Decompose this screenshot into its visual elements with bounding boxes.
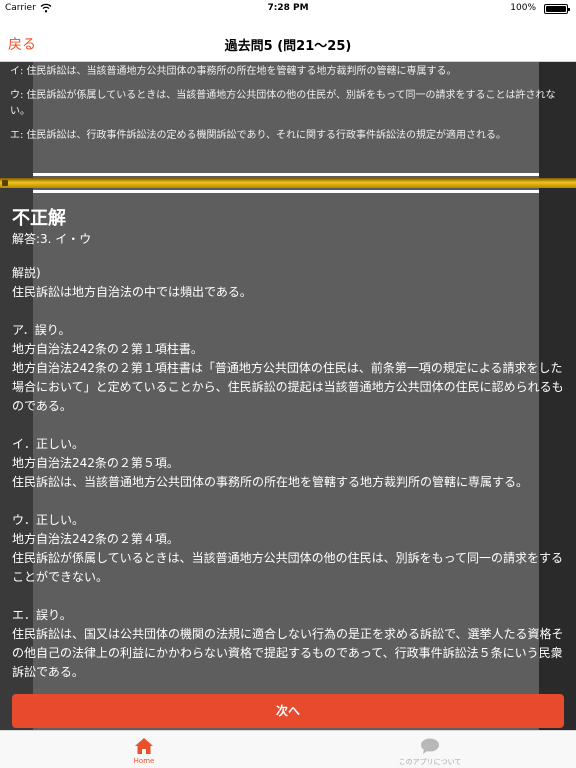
tab-bar: Home このアプリについて: [0, 730, 576, 768]
explanation-line: エ．誤り。: [12, 608, 72, 622]
choice-u: ウ: 住民訴訟が係属しているときは、当該普通地方公共団体の他の住民が、別訴をもっ…: [10, 90, 556, 117]
explanation-line: 住民訴訟は、国又は公共団体の機関の法規に適合しない行為の是正を求める訴訟で、選挙…: [12, 627, 564, 679]
choice-e: エ: 住民訴訟は、行政事件訴訟法の定める機関訴訟であり、それに関する行政事件訴訟…: [10, 130, 507, 141]
result-status: 不正解: [12, 208, 66, 229]
explanation-line: 解説): [12, 266, 41, 280]
page-title: 過去問5 (問21〜25): [224, 39, 352, 54]
previous-choices: イ: 住民訴訟は、当該普通地方公共団体の事務所の所在地を管轄する地方裁判所の管轄…: [10, 62, 565, 152]
explanation-line: 地方自治法242条の２第５項。: [12, 456, 179, 470]
tab-about-label: このアプリについて: [398, 758, 462, 766]
explanation-line: 地方自治法242条の２第４項。: [12, 532, 179, 546]
explanation-text: 解説) 住民訴訟は地方自治法の中では頻出である。 ア．誤り。 地方自治法242条…: [12, 264, 564, 682]
status-bar: Carrier 7:28 PM 100%: [0, 0, 576, 18]
explanation-line: 住民訴訟は、当該普通地方公共団体の事務所の所在地を管轄する地方裁判所の管轄に専属…: [12, 475, 529, 489]
explanation-line: 地方自治法242条の２第１項柱書。: [12, 342, 203, 356]
navigation-bar: 戻る 過去問5 (問21〜25): [0, 18, 576, 62]
explanation-line: 地方自治法242条の２第１項柱書は「普通地方公共団体の住民は、前条第一項の規定に…: [12, 361, 564, 413]
chat-bubble-icon: [421, 738, 439, 754]
next-button[interactable]: 次へ: [12, 694, 564, 728]
tab-home-label: Home: [133, 757, 155, 765]
explanation-line: 住民訴訟は地方自治法の中では頻出である。: [12, 285, 252, 299]
explanation-line: 住民訴訟が係属しているときは、当該普通地方公共団体の他の住民は、別訴をもって同一…: [12, 551, 564, 584]
divider: [33, 190, 539, 193]
explanation-line: ア．誤り。: [12, 323, 71, 337]
explanation-line: イ．正しい。: [12, 437, 85, 451]
battery-percent: 100%: [510, 3, 536, 13]
question-result-view[interactable]: イ: 住民訴訟は、当該普通地方公共団体の事務所の所在地を管轄する地方裁判所の管轄…: [0, 62, 576, 730]
choice-i: イ: 住民訴訟は、当該普通地方公共団体の事務所の所在地を管轄する地方裁判所の管轄…: [10, 66, 457, 77]
clock: 7:28 PM: [267, 3, 309, 13]
home-icon: [135, 738, 153, 754]
divider: [33, 173, 539, 176]
tab-about-app[interactable]: このアプリについて: [370, 731, 490, 768]
battery-icon: [544, 4, 570, 14]
result-separator-bar: [0, 178, 576, 188]
explanation-line: ウ．正しい。: [12, 513, 85, 527]
tab-home[interactable]: Home: [84, 731, 204, 768]
correct-answer: 解答:3. イ・ウ: [12, 232, 92, 246]
